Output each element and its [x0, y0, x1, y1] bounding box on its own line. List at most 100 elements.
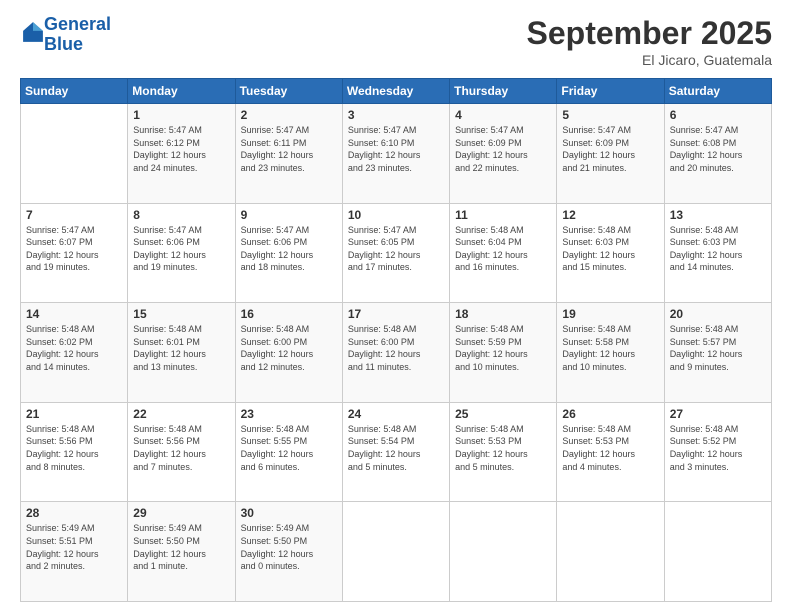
- logo-icon: [22, 21, 44, 43]
- day-number: 5: [562, 108, 658, 122]
- cell-info: Sunrise: 5:48 AM Sunset: 5:59 PM Dayligh…: [455, 323, 551, 373]
- logo-line1: General: [44, 14, 111, 34]
- week-row-4: 28Sunrise: 5:49 AM Sunset: 5:51 PM Dayli…: [21, 502, 772, 602]
- cell-info: Sunrise: 5:48 AM Sunset: 5:55 PM Dayligh…: [241, 423, 337, 473]
- day-number: 22: [133, 407, 229, 421]
- day-number: 18: [455, 307, 551, 321]
- cal-cell: [557, 502, 664, 602]
- day-number: 24: [348, 407, 444, 421]
- logo: General Blue: [20, 15, 111, 55]
- cal-cell: 1 Sunrise: 5:47 AM Sunset: 6:12 PM Daylig…: [128, 104, 235, 204]
- cal-cell: 5Sunrise: 5:47 AM Sunset: 6:09 PM Daylig…: [557, 104, 664, 204]
- cal-cell: 25 Sunrise: 5:48 AM Sunset: 5:53 PM Dayli…: [450, 402, 557, 502]
- cal-cell: 26Sunrise: 5:48 AM Sunset: 5:53 PM Dayli…: [557, 402, 664, 502]
- day-number: 21: [26, 407, 122, 421]
- week-row-3: 21 Sunrise: 5:48 AM Sunset: 5:56 PM Dayli…: [21, 402, 772, 502]
- day-number: 29: [133, 506, 229, 520]
- day-number: 7: [26, 208, 122, 222]
- day-number: 17: [348, 307, 444, 321]
- title-block: September 2025 El Jicaro, Guatemala: [527, 15, 772, 68]
- cal-cell: [21, 104, 128, 204]
- logo-line2: Blue: [44, 34, 83, 54]
- cal-cell: 13 Sunrise: 5:48 AM Sunset: 6:03 PM Dayli…: [664, 203, 771, 303]
- col-header-thursday: Thursday: [450, 79, 557, 104]
- cal-cell: 6Sunrise: 5:47 AM Sunset: 6:08 PM Daylig…: [664, 104, 771, 204]
- cell-info: Sunrise: 5:47 AM Sunset: 6:06 PM Dayligh…: [133, 224, 229, 274]
- cell-info: Sunrise: 5:48 AM Sunset: 6:01 PM Dayligh…: [133, 323, 229, 373]
- week-row-1: 7 Sunrise: 5:47 AM Sunset: 6:07 PM Daylig…: [21, 203, 772, 303]
- day-number: 2: [241, 108, 337, 122]
- cell-info: Sunrise: 5:48 AM Sunset: 5:56 PM Dayligh…: [26, 423, 122, 473]
- cal-cell: 10Sunrise: 5:47 AM Sunset: 6:05 PM Dayli…: [342, 203, 449, 303]
- cell-info: Sunrise: 5:47 AM Sunset: 6:11 PM Dayligh…: [241, 124, 337, 174]
- cal-cell: [664, 502, 771, 602]
- day-number: 15: [133, 307, 229, 321]
- day-number: 11: [455, 208, 551, 222]
- cell-info: Sunrise: 5:48 AM Sunset: 5:52 PM Dayligh…: [670, 423, 766, 473]
- cell-info: Sunrise: 5:48 AM Sunset: 6:02 PM Dayligh…: [26, 323, 122, 373]
- location: El Jicaro, Guatemala: [527, 52, 772, 68]
- calendar-table: SundayMondayTuesdayWednesdayThursdayFrid…: [20, 78, 772, 602]
- col-header-monday: Monday: [128, 79, 235, 104]
- cell-info: Sunrise: 5:48 AM Sunset: 5:56 PM Dayligh…: [133, 423, 229, 473]
- cell-info: Sunrise: 5:48 AM Sunset: 6:03 PM Dayligh…: [670, 224, 766, 274]
- cal-cell: 17 Sunrise: 5:48 AM Sunset: 6:00 PM Dayli…: [342, 303, 449, 403]
- cal-cell: 9Sunrise: 5:47 AM Sunset: 6:06 PM Daylig…: [235, 203, 342, 303]
- cal-cell: 12 Sunrise: 5:48 AM Sunset: 6:03 PM Dayli…: [557, 203, 664, 303]
- week-row-0: 1 Sunrise: 5:47 AM Sunset: 6:12 PM Daylig…: [21, 104, 772, 204]
- cal-cell: 14 Sunrise: 5:48 AM Sunset: 6:02 PM Dayli…: [21, 303, 128, 403]
- col-header-tuesday: Tuesday: [235, 79, 342, 104]
- cell-info: Sunrise: 5:48 AM Sunset: 5:54 PM Dayligh…: [348, 423, 444, 473]
- day-number: 13: [670, 208, 766, 222]
- cell-info: Sunrise: 5:49 AM Sunset: 5:50 PM Dayligh…: [241, 522, 337, 572]
- cal-cell: 16 Sunrise: 5:48 AM Sunset: 6:00 PM Dayli…: [235, 303, 342, 403]
- cell-info: Sunrise: 5:48 AM Sunset: 5:53 PM Dayligh…: [455, 423, 551, 473]
- cal-cell: 21 Sunrise: 5:48 AM Sunset: 5:56 PM Dayli…: [21, 402, 128, 502]
- day-number: 4: [455, 108, 551, 122]
- cell-info: Sunrise: 5:48 AM Sunset: 6:00 PM Dayligh…: [241, 323, 337, 373]
- cell-info: Sunrise: 5:48 AM Sunset: 5:58 PM Dayligh…: [562, 323, 658, 373]
- cell-info: Sunrise: 5:48 AM Sunset: 6:03 PM Dayligh…: [562, 224, 658, 274]
- day-number: 16: [241, 307, 337, 321]
- cell-info: Sunrise: 5:48 AM Sunset: 5:53 PM Dayligh…: [562, 423, 658, 473]
- day-number: 20: [670, 307, 766, 321]
- cal-cell: 19Sunrise: 5:48 AM Sunset: 5:58 PM Dayli…: [557, 303, 664, 403]
- cal-cell: [450, 502, 557, 602]
- cal-cell: 18 Sunrise: 5:48 AM Sunset: 5:59 PM Dayli…: [450, 303, 557, 403]
- day-number: 23: [241, 407, 337, 421]
- header-row: SundayMondayTuesdayWednesdayThursdayFrid…: [21, 79, 772, 104]
- page: General Blue September 2025 El Jicaro, G…: [0, 0, 792, 612]
- cal-cell: 22 Sunrise: 5:48 AM Sunset: 5:56 PM Dayli…: [128, 402, 235, 502]
- cal-cell: 23 Sunrise: 5:48 AM Sunset: 5:55 PM Dayli…: [235, 402, 342, 502]
- cell-info: Sunrise: 5:47 AM Sunset: 6:12 PM Dayligh…: [133, 124, 229, 174]
- cell-info: Sunrise: 5:47 AM Sunset: 6:07 PM Dayligh…: [26, 224, 122, 274]
- cal-cell: 15 Sunrise: 5:48 AM Sunset: 6:01 PM Dayli…: [128, 303, 235, 403]
- day-number: 12: [562, 208, 658, 222]
- day-number: 3: [348, 108, 444, 122]
- cell-info: Sunrise: 5:48 AM Sunset: 6:00 PM Dayligh…: [348, 323, 444, 373]
- cell-info: Sunrise: 5:47 AM Sunset: 6:10 PM Dayligh…: [348, 124, 444, 174]
- cell-info: Sunrise: 5:47 AM Sunset: 6:09 PM Dayligh…: [455, 124, 551, 174]
- col-header-saturday: Saturday: [664, 79, 771, 104]
- cell-info: Sunrise: 5:48 AM Sunset: 6:04 PM Dayligh…: [455, 224, 551, 274]
- day-number: 14: [26, 307, 122, 321]
- cal-cell: 30Sunrise: 5:49 AM Sunset: 5:50 PM Dayli…: [235, 502, 342, 602]
- cal-cell: 4 Sunrise: 5:47 AM Sunset: 6:09 PM Daylig…: [450, 104, 557, 204]
- cell-info: Sunrise: 5:47 AM Sunset: 6:06 PM Dayligh…: [241, 224, 337, 274]
- cal-cell: 11 Sunrise: 5:48 AM Sunset: 6:04 PM Dayli…: [450, 203, 557, 303]
- cell-info: Sunrise: 5:49 AM Sunset: 5:50 PM Dayligh…: [133, 522, 229, 572]
- col-header-wednesday: Wednesday: [342, 79, 449, 104]
- cell-info: Sunrise: 5:48 AM Sunset: 5:57 PM Dayligh…: [670, 323, 766, 373]
- cal-cell: 28Sunrise: 5:49 AM Sunset: 5:51 PM Dayli…: [21, 502, 128, 602]
- cal-cell: 8Sunrise: 5:47 AM Sunset: 6:06 PM Daylig…: [128, 203, 235, 303]
- cal-cell: 27Sunrise: 5:48 AM Sunset: 5:52 PM Dayli…: [664, 402, 771, 502]
- day-number: 25: [455, 407, 551, 421]
- col-header-friday: Friday: [557, 79, 664, 104]
- cell-info: Sunrise: 5:47 AM Sunset: 6:05 PM Dayligh…: [348, 224, 444, 274]
- header: General Blue September 2025 El Jicaro, G…: [20, 15, 772, 68]
- cal-cell: 20 Sunrise: 5:48 AM Sunset: 5:57 PM Dayli…: [664, 303, 771, 403]
- cal-cell: [342, 502, 449, 602]
- day-number: 28: [26, 506, 122, 520]
- week-row-2: 14 Sunrise: 5:48 AM Sunset: 6:02 PM Dayli…: [21, 303, 772, 403]
- day-number: 1: [133, 108, 229, 122]
